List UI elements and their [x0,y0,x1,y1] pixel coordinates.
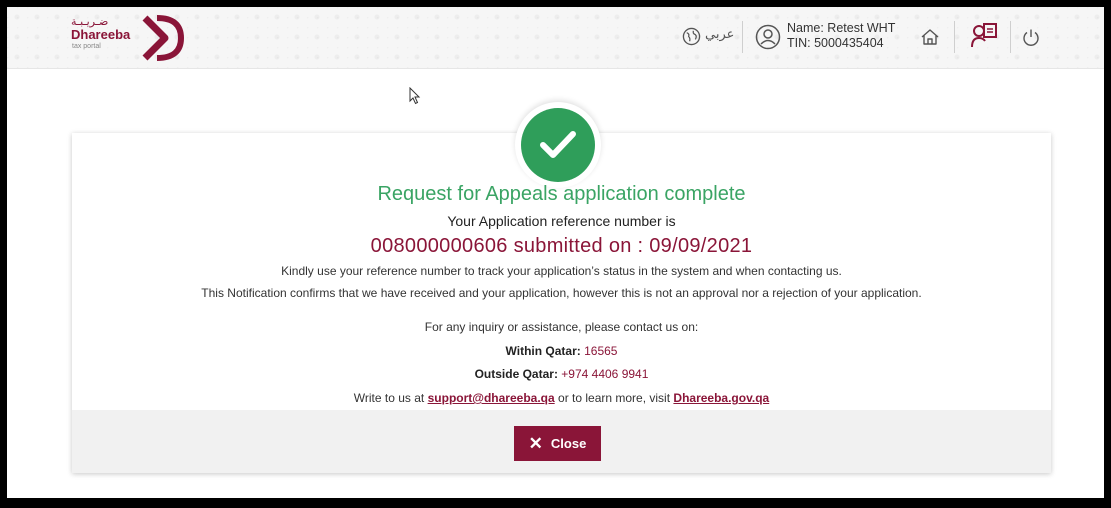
mouse-cursor-icon [409,87,421,105]
header-divider [1010,21,1011,53]
user-info: Name: Retest WHT TIN: 5000435404 [787,21,895,51]
result-title: Request for Appeals application complete [377,183,746,205]
app-window: ضـريـبـة Dhareeba tax portal عربي Name: … [7,7,1104,498]
logo-subtitle: tax portal [72,43,101,50]
checkmark-icon [540,131,576,158]
profile-icon[interactable] [970,22,998,50]
user-tin: TIN: 5000435404 [787,36,884,50]
header-divider [742,21,743,53]
logo-text: Dhareeba [71,27,131,42]
write-middle: or to learn more, visit [558,391,671,405]
outside-qatar-label: Outside Qatar: [474,367,558,381]
within-qatar-line: Within Qatar: 16565 [72,344,1051,358]
power-icon[interactable] [1022,28,1040,46]
home-icon[interactable] [920,28,940,46]
reference-intro: Your Application reference number is [447,213,676,229]
close-button-label: Close [550,436,587,451]
language-toggle[interactable]: عربي [705,27,734,42]
support-email-link[interactable]: support@dhareeba.qa [428,391,555,405]
success-badge [515,102,601,188]
within-qatar-label: Within Qatar: [505,344,581,358]
write-prefix: Write to us at [353,391,425,405]
outside-qatar-phone[interactable]: +974 4406 9941 [561,367,648,381]
reference-number: 008000000606 submitted on : 09/09/2021 [370,235,753,257]
success-check-circle [521,108,595,182]
close-button[interactable]: ✕ Close [514,426,601,461]
tracking-note: Kindly use your reference number to trac… [281,264,842,278]
user-circle-icon[interactable] [755,24,781,50]
close-icon: ✕ [528,434,543,453]
write-to-us-line: Write to us at support@dhareeba.qa or to… [72,391,1051,405]
disclaimer-note: This Notification confirms that we have … [201,286,922,300]
contact-intro: For any inquiry or assistance, please co… [424,320,699,334]
outside-qatar-line: Outside Qatar: +974 4406 9941 [72,367,1051,381]
header-divider [954,21,955,53]
top-header: ضـريـبـة Dhareeba tax portal عربي Name: … [7,7,1104,69]
within-qatar-phone[interactable]: 16565 [584,344,617,358]
website-link[interactable]: Dhareeba.gov.qa [673,391,769,405]
globe-icon[interactable] [682,27,701,46]
dhareeba-logo-icon[interactable] [141,14,185,62]
user-name: Name: Retest WHT [787,21,896,35]
